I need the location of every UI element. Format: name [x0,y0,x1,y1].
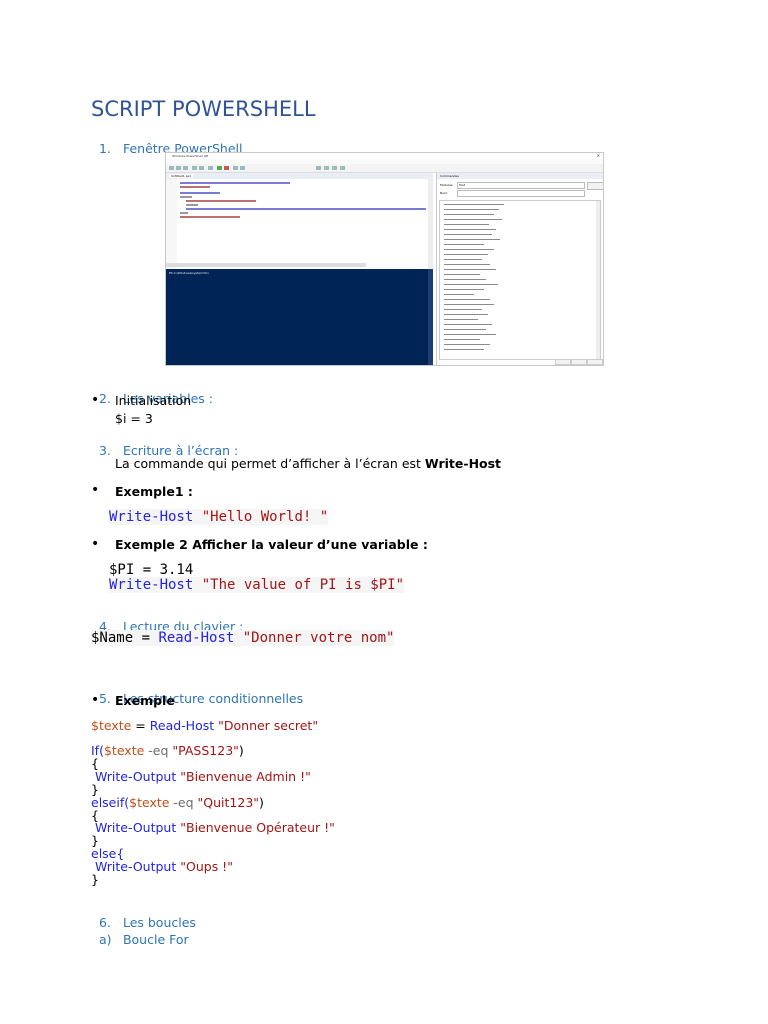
bullet-icon: • [91,482,100,498]
commands-pane-title: Commandes [440,174,459,178]
code-variable: $texte [129,795,170,810]
modules-value: Tout [459,183,466,187]
code-keyword: Write-Output [91,769,177,784]
ise-script-editor [166,179,433,269]
cond-line-4: Write-Output "Bienvenue Admin !" [91,769,311,784]
page-title: SCRIPT POWERSHELL [91,97,316,121]
name-label: Nom: [440,191,449,195]
example2-code-line1: $PI = 3.14 [109,562,194,578]
cond-line-1: $texte = Read-Host "Donner secret" [91,718,318,733]
intro-text: La commande qui permet d’afficher à l’éc… [115,456,425,471]
code-paren: ) [259,795,264,810]
conditions-bullet-text: Exemple [115,693,175,708]
bullet-icon: • [91,692,100,708]
code-keyword: Write-Host [109,509,194,525]
example1-code: Write-Host "Hello World! " [109,509,329,525]
code-variable: $Name [91,630,134,646]
ise-toolbar [166,164,603,173]
code-string: "Hello World! " [201,509,329,525]
ise-tab: Untitled1.ps1 [169,174,194,178]
code-keyword: Read-Host [149,718,215,733]
code-variable: $texte [103,743,145,758]
close-icon: ✕ [596,153,600,158]
bullet-icon: • [91,536,100,552]
example2-label: Exemple 2 Afficher la valeur d’une varia… [115,537,428,552]
powershell-ise-screenshot: Windows PowerShell ISE ✕ Untitled1.ps1 P… [165,152,604,366]
code-operator: -eq [144,743,173,758]
ise-window-title: Windows PowerShell ISE [172,154,209,158]
variables-bullet-text: Initialisation [115,393,192,408]
example1-label: Exemple1 : [115,484,193,499]
variables-code: $i = 3 [115,411,153,426]
code-operator: = [133,630,159,646]
code-string: "Oups !" [180,859,233,874]
ecriture-intro: La commande qui permet d’afficher à l’éc… [115,456,501,471]
code-variable: $texte [91,718,132,733]
code-operator: -eq [169,795,198,810]
code-paren: ) [238,743,244,758]
lecture-code: $Name = Read-Host "Donner votre nom" [91,630,395,646]
code-string: "The value of PI is $PI" [201,577,405,593]
code-keyword: Write-Host [109,577,194,593]
console-prompt: PS C:\Windows\system32> [169,271,210,275]
ise-console: PS C:\Windows\system32> [166,269,433,365]
code-keyword: Read-Host [158,630,235,646]
code-string: "PASS123" [172,743,239,758]
code-string: "Donner votre nom" [242,630,395,646]
code-keyword: Write-Output [91,820,177,835]
code-operator: = [131,718,150,733]
code-string: "Donner secret" [218,718,319,733]
code-string: "Bienvenue Opérateur !" [180,820,335,835]
cond-line-2: If($texte -eq "PASS123") [91,743,244,758]
cond-line-12: } [91,872,99,887]
ise-commands-pane: Commandes Modules: Tout Nom: [436,173,603,365]
code-keyword: Write-Output [91,859,177,874]
section-6a-heading: a) Boucle For [91,917,189,947]
section-number: a) [98,932,112,947]
modules-label: Modules: [440,183,454,187]
cond-line-8: Write-Output "Bienvenue Opérateur !" [91,820,335,835]
intro-command: Write-Host [424,456,502,471]
section-number: 1. [98,141,111,156]
section-label: Boucle For [122,932,189,947]
cond-line-6: elseif($texte -eq "Quit123") [91,795,264,810]
example2-code-line2: Write-Host "The value of PI is $PI" [109,577,405,593]
code-string: "Quit123" [197,795,260,810]
bullet-icon: • [91,392,100,408]
code-string: "Bienvenue Admin !" [180,769,311,784]
section-3-heading: 3. Ecriture à l’écran : [91,428,238,458]
cond-line-11: Write-Output "Oups !" [91,859,233,874]
